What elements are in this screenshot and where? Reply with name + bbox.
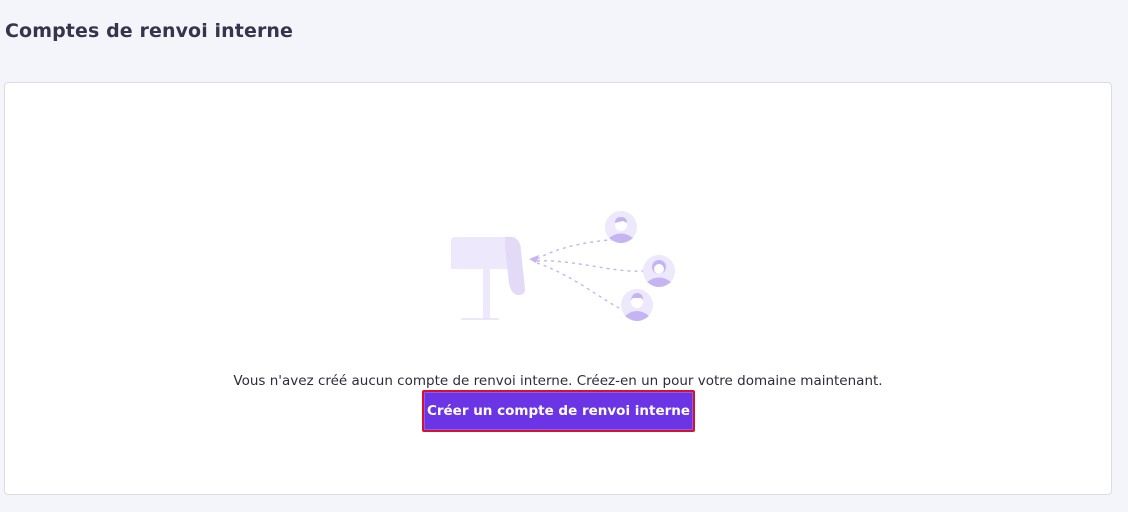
empty-state-card: Vous n'avez créé aucun compte de renvoi … [4, 82, 1112, 495]
empty-state-message: Vous n'avez créé aucun compte de renvoi … [233, 372, 883, 389]
mailbox-forwarding-illustration-icon [451, 211, 675, 321]
page-title: Comptes de renvoi interne [5, 20, 294, 42]
create-internal-forwarder-button[interactable]: Créer un compte de renvoi interne [422, 390, 695, 432]
